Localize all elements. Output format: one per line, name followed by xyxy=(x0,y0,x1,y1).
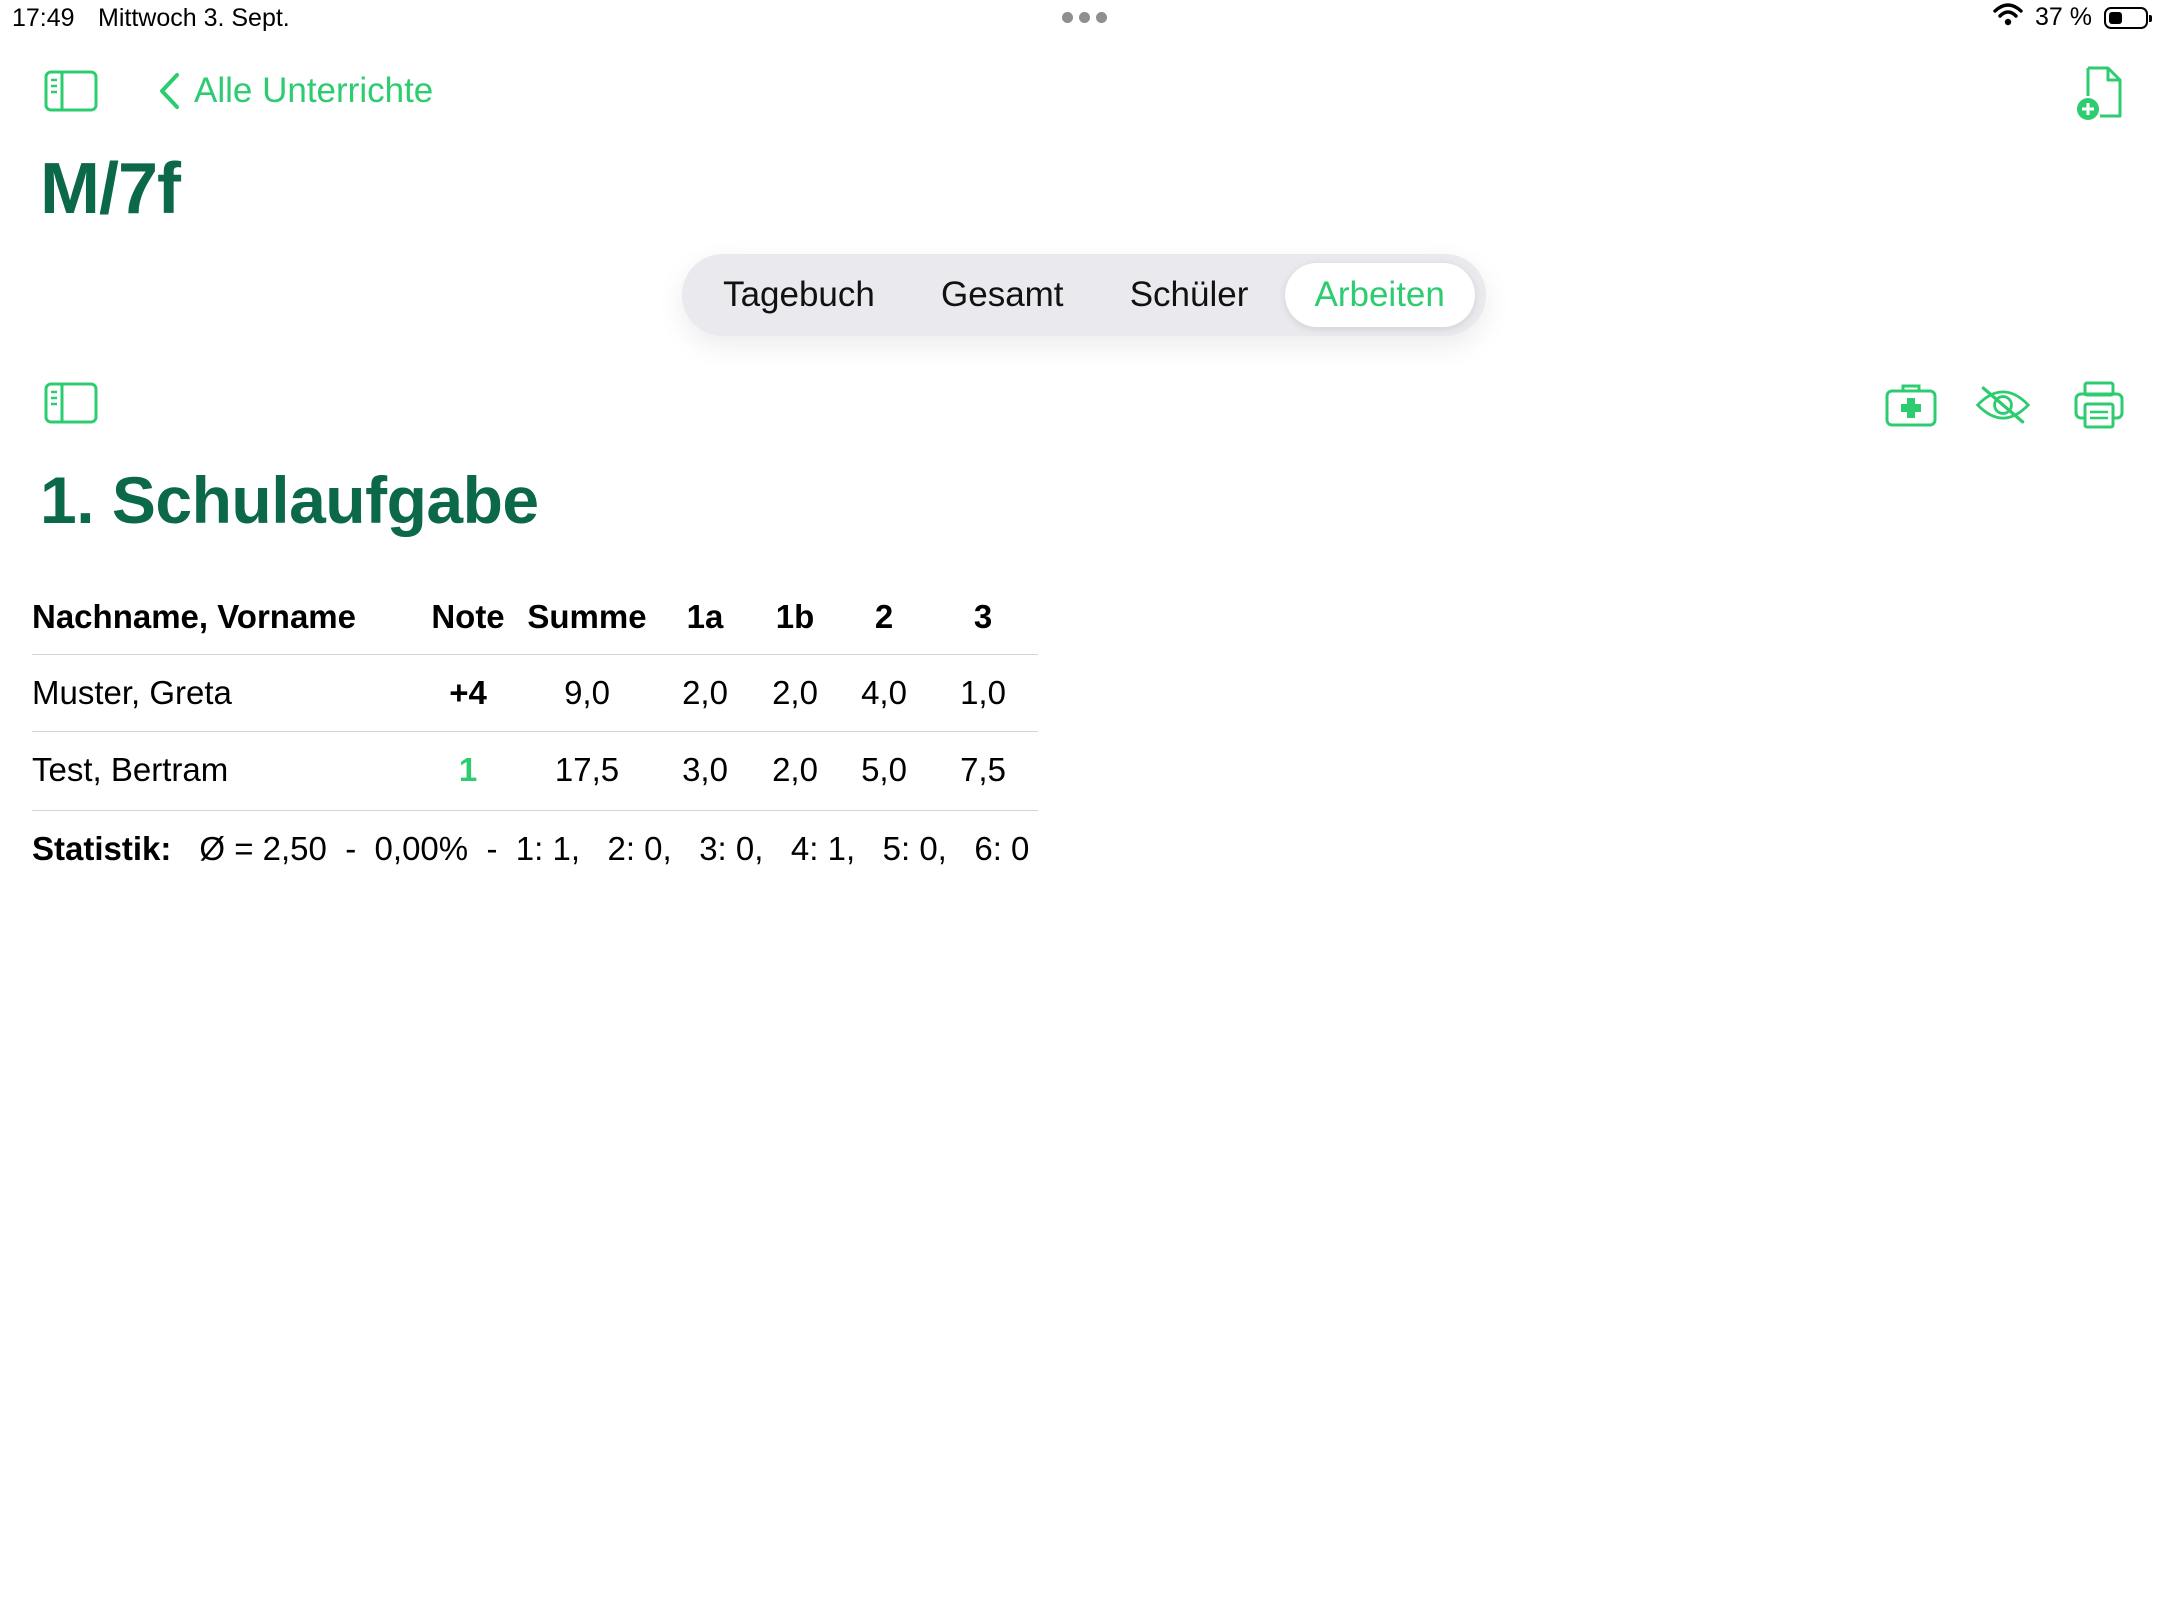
view-segmented-control: Tagebuch Gesamt Schüler Arbeiten xyxy=(682,254,1486,336)
back-button[interactable]: Alle Unterrichte xyxy=(158,66,433,116)
hide-button[interactable] xyxy=(1974,376,2032,434)
battery-percent: 37 % xyxy=(2035,3,2092,31)
status-time: 17:49 xyxy=(12,4,75,32)
first-aid-kit-icon xyxy=(1885,384,1937,427)
printer-icon xyxy=(2074,381,2124,429)
status-right: 37 % xyxy=(1993,2,2152,33)
tab-gesamt[interactable]: Gesamt xyxy=(911,263,1094,327)
grade-cell[interactable]: 1 xyxy=(422,731,514,808)
multitasking-dots-icon[interactable] xyxy=(1062,12,1107,23)
detail-sidebar-toggle-button[interactable] xyxy=(42,378,100,428)
sum-cell: 17,5 xyxy=(514,731,660,808)
score-cell-3[interactable]: 7,5 xyxy=(928,731,1038,808)
statistics-row: Statistik: Ø = 2,50 - 0,00% - 1: 1, 2: 0… xyxy=(32,810,1038,887)
tab-arbeiten[interactable]: Arbeiten xyxy=(1284,263,1475,327)
score-cell-2[interactable]: 4,0 xyxy=(840,654,928,732)
header-name[interactable]: Nachname, Vorname xyxy=(32,580,422,655)
grades-table: Nachname, Vorname Note Summe 1a 1b 2 3 M… xyxy=(32,580,1038,808)
statistics-text: Ø = 2,50 - 0,00% - 1: 1, 2: 0, 3: 0, 4: … xyxy=(199,830,1030,867)
back-label: Alle Unterrichte xyxy=(194,71,434,110)
first-aid-button[interactable] xyxy=(1882,376,1940,434)
grade-cell[interactable]: +4 xyxy=(422,654,514,732)
chevron-left-icon xyxy=(160,73,179,109)
table-header-row: Nachname, Vorname Note Summe 1a 1b 2 3 xyxy=(32,580,1038,655)
wifi-icon xyxy=(1993,2,2023,33)
tab-tagebuch[interactable]: Tagebuch xyxy=(693,263,905,327)
document-add-icon xyxy=(2077,66,2122,120)
score-cell-3[interactable]: 1,0 xyxy=(928,654,1038,732)
header-note[interactable]: Note xyxy=(422,580,514,655)
exam-title: 1. Schulaufgabe xyxy=(40,463,539,537)
table-row[interactable]: Muster, Greta +4 9,0 2,0 2,0 4,0 1,0 xyxy=(32,654,1038,732)
header-summe[interactable]: Summe xyxy=(514,580,660,655)
new-document-button[interactable] xyxy=(2072,62,2128,126)
statistics-label: Statistik: xyxy=(32,830,172,867)
score-cell-1a[interactable]: 3,0 xyxy=(660,731,750,808)
score-cell-1b[interactable]: 2,0 xyxy=(750,731,840,808)
student-name: Muster, Greta xyxy=(32,654,422,732)
header-task-1a[interactable]: 1a xyxy=(660,580,750,655)
class-title: M/7f xyxy=(40,149,181,229)
sidebar-toggle-button[interactable] xyxy=(42,66,100,116)
sidebar-toggle-icon xyxy=(44,382,98,424)
print-button[interactable] xyxy=(2070,376,2128,434)
status-date: Mittwoch 3. Sept. xyxy=(98,4,290,32)
student-name: Test, Bertram xyxy=(32,731,422,808)
header-task-3[interactable]: 3 xyxy=(928,580,1038,655)
score-cell-1b[interactable]: 2,0 xyxy=(750,654,840,732)
table-row[interactable]: Test, Bertram 1 17,5 3,0 2,0 5,0 7,5 xyxy=(32,731,1038,808)
battery-icon xyxy=(2104,6,2152,29)
header-task-2[interactable]: 2 xyxy=(840,580,928,655)
header-task-1b[interactable]: 1b xyxy=(750,580,840,655)
score-cell-2[interactable]: 5,0 xyxy=(840,731,928,808)
eye-slash-icon xyxy=(1975,386,2031,424)
tab-schueler[interactable]: Schüler xyxy=(1100,263,1279,327)
sidebar-toggle-icon xyxy=(44,70,98,112)
score-cell-1a[interactable]: 2,0 xyxy=(660,654,750,732)
sum-cell: 9,0 xyxy=(514,654,660,732)
